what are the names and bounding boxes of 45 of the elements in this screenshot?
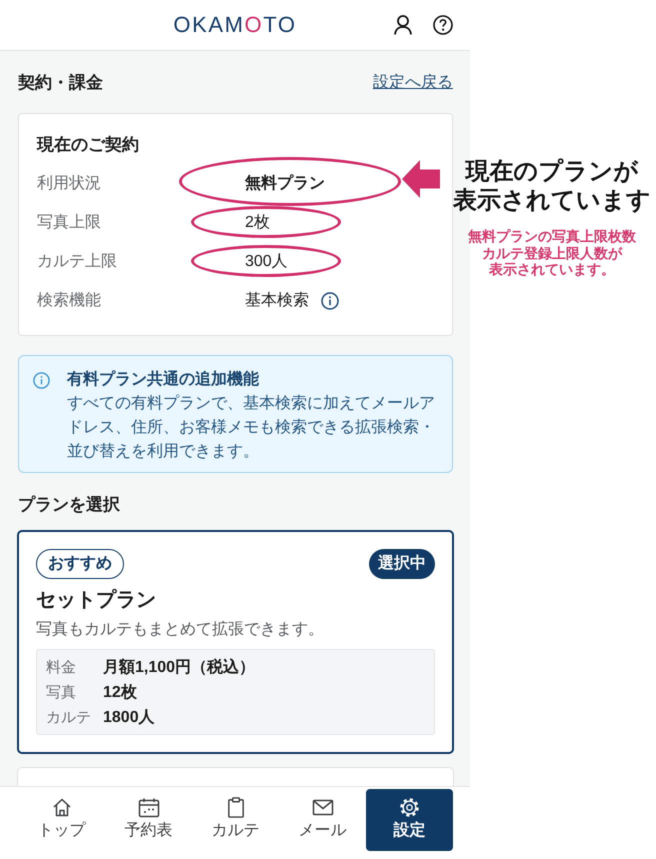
field-label: 利用状況	[37, 174, 101, 194]
notice-title: 有料プラン共通の追加機能	[67, 369, 260, 390]
section-title: 契約・課金	[18, 72, 103, 94]
field-label: 写真上限	[37, 212, 101, 232]
logo-emblem-letter: O	[244, 12, 264, 38]
spec-value: 月額1,100円（税込）	[103, 657, 256, 678]
logo-text: OKAM	[173, 12, 245, 38]
back-link[interactable]: 設定へ戻る	[373, 72, 453, 94]
nav-tab[interactable]: 設定	[366, 789, 453, 851]
spec-label: カルテ	[46, 708, 92, 728]
nav-tab[interactable]: メール	[279, 789, 366, 851]
field-value: 300人	[245, 252, 288, 272]
spec-label: 料金	[46, 658, 77, 678]
clipboard-icon	[226, 797, 244, 818]
plan-name: セットプラン	[36, 588, 157, 613]
selected-status-badge: 選択中	[369, 549, 435, 579]
field-label: カルテ上限	[37, 252, 117, 272]
help-icon[interactable]	[433, 15, 453, 35]
section-title: プランを選択	[18, 494, 121, 516]
field-label: 検索機能	[37, 290, 101, 310]
mail-icon	[312, 797, 334, 818]
nav-tab[interactable]: トップ	[18, 789, 105, 851]
spec-value: 12枚	[103, 682, 137, 702]
info-icon	[33, 372, 50, 389]
spec-label: 写真	[46, 682, 77, 702]
plan-description: 写真もカルテもまとめて拡張できます。	[36, 620, 325, 640]
nav-tab[interactable]: カルテ	[192, 789, 279, 851]
spec-value: 1800人	[103, 708, 155, 728]
callout-note: 無料プランの写真上限枚数 カルテ登録上限人数が 表示されています。	[467, 228, 637, 278]
card-title: 現在のご契約	[37, 134, 140, 156]
notice-text: すべての有料プランで、基本検索に加えてメールアドレス、住所、お客様メモも検索できる拡張検索・並び替えを利用できます。	[67, 394, 436, 462]
settings-icon	[399, 797, 420, 818]
plan-card[interactable]: おすすめ 選択中 セットプラン 写真もカルテもまとめて拡張できます。 料金 月額1,100円（税込） 写真 12枚 カルテ 1800人	[17, 530, 454, 754]
calendar-icon	[138, 797, 160, 818]
user-icon[interactable]	[394, 15, 412, 35]
field-value: 2枚	[245, 212, 270, 232]
home-icon	[52, 797, 72, 818]
pointer-arrow	[402, 160, 440, 198]
field-value: 基本検索	[245, 290, 309, 310]
info-icon[interactable]	[321, 292, 339, 310]
callout-title: 現在のプランが 表示されています	[452, 157, 652, 215]
field-value: 無料プラン	[245, 173, 325, 194]
recommended-badge: おすすめ	[36, 549, 124, 579]
nav-tab[interactable]: 予約表	[105, 789, 192, 851]
logo-text: TO	[263, 12, 297, 38]
